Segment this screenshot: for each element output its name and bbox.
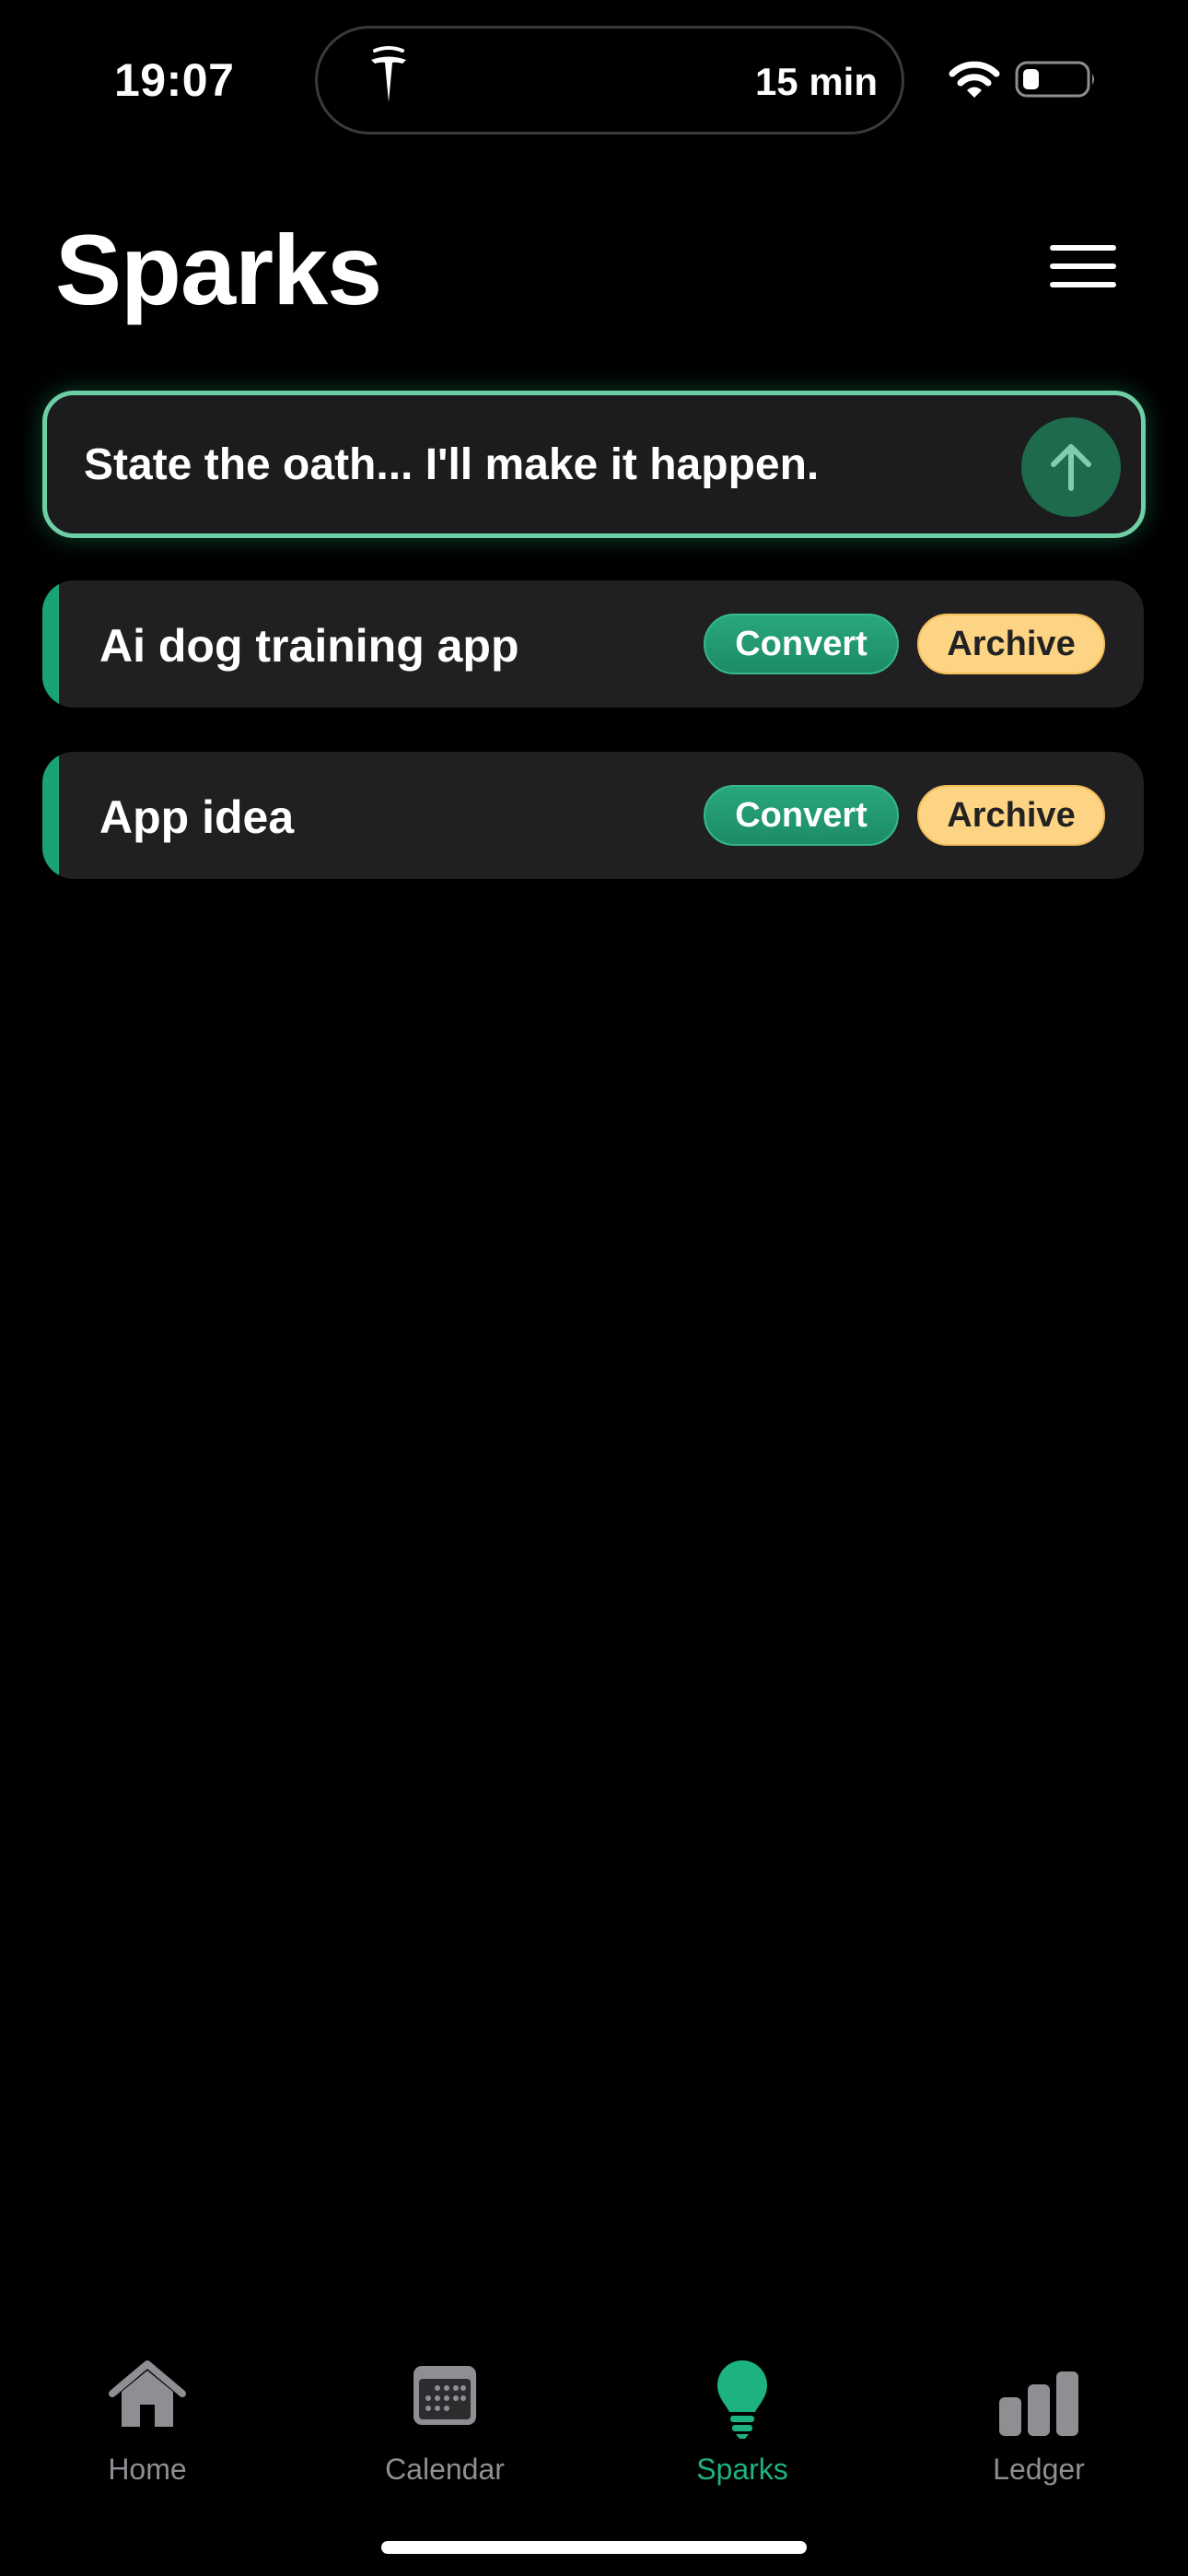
submit-button[interactable]: [1021, 417, 1121, 517]
spark-title: Ai dog training app: [99, 620, 519, 672]
card-accent-bar: [42, 752, 59, 879]
status-time: 19:07: [114, 54, 235, 106]
spark-input-container: [42, 391, 1146, 538]
tab-sparks[interactable]: Sparks: [650, 2359, 834, 2488]
tab-label: Home: [108, 2453, 187, 2486]
tab-calendar[interactable]: Calendar: [353, 2359, 537, 2488]
lightbulb-icon: [717, 2360, 767, 2439]
page-title: Sparks: [55, 214, 382, 325]
spark-card[interactable]: Ai dog training app Convert Archive: [42, 580, 1144, 708]
tab-label: Sparks: [696, 2453, 788, 2486]
spark-input[interactable]: [82, 421, 988, 508]
arrow-up-icon: [1051, 444, 1091, 491]
tab-home[interactable]: Home: [55, 2359, 239, 2488]
wifi-icon: [949, 61, 1000, 98]
convert-button[interactable]: Convert: [704, 614, 899, 674]
tab-ledger[interactable]: Ledger: [947, 2359, 1131, 2488]
home-icon: [109, 2360, 186, 2427]
spark-title: App idea: [99, 791, 295, 843]
archive-button[interactable]: Archive: [917, 614, 1105, 674]
island-activity-text: 15 min: [754, 60, 878, 103]
convert-button[interactable]: Convert: [704, 785, 899, 846]
battery-low-icon: [1015, 61, 1094, 98]
home-indicator[interactable]: [381, 2541, 807, 2554]
hamburger-menu-icon[interactable]: [1050, 245, 1125, 291]
dynamic-island[interactable]: 15 min: [315, 26, 904, 135]
tab-label: Calendar: [385, 2453, 505, 2486]
card-accent-bar: [42, 580, 59, 708]
bar-chart-icon: [999, 2371, 1078, 2436]
tab-label: Ledger: [993, 2453, 1085, 2486]
archive-button[interactable]: Archive: [917, 785, 1105, 846]
calendar-icon: [413, 2366, 476, 2425]
tesla-logo-icon: [371, 46, 406, 102]
spark-card[interactable]: App idea Convert Archive: [42, 752, 1144, 879]
